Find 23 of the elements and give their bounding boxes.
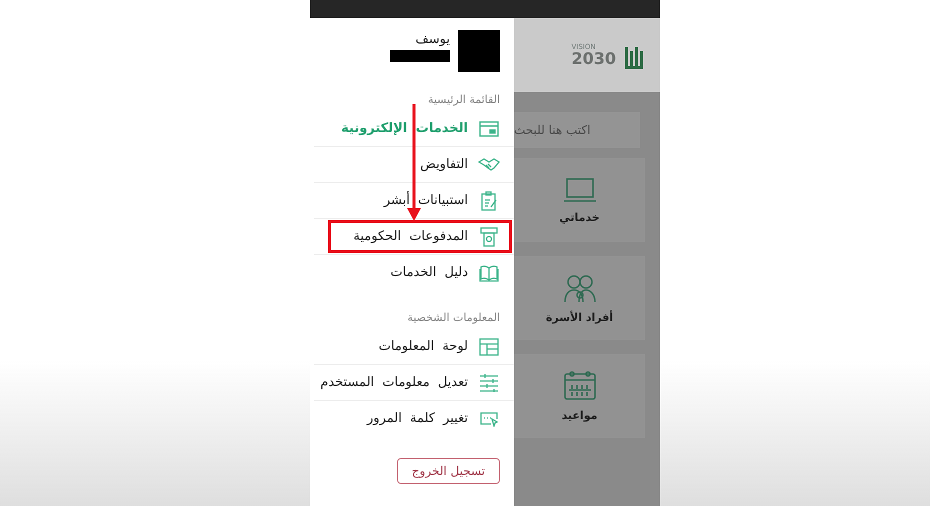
cash-machine-icon <box>480 226 498 246</box>
clipboard-icon <box>480 190 498 210</box>
menu-item[interactable]: تغيير كلمة المرور <box>314 401 514 436</box>
redacted-avatar <box>458 30 500 72</box>
section-heading: المعلومات الشخصية <box>406 310 501 326</box>
card-icon <box>479 120 499 136</box>
handshake-icon <box>478 156 500 172</box>
service-tile[interactable]: مواعيد <box>514 354 645 438</box>
menu-item[interactable]: المدفوعات الحكومية <box>314 219 514 255</box>
service-tile[interactable]: أفراد الأسرة <box>514 256 645 340</box>
dashboard-icon <box>479 338 499 356</box>
laptop-icon <box>562 176 596 202</box>
section-heading: القائمة الرئيسية <box>426 92 501 108</box>
menu-item[interactable]: دليل الخدمات <box>314 255 514 290</box>
logout-button[interactable]: تسجيل الخروج <box>396 458 500 484</box>
service-tile[interactable]: خدماتي <box>514 158 645 242</box>
book-icon <box>479 264 499 282</box>
calendar-icon <box>562 370 596 400</box>
family-icon <box>562 272 596 302</box>
sliders-icon <box>479 374 499 392</box>
password-icon <box>479 410 499 426</box>
redaction-bar <box>390 50 450 62</box>
user-name: يوسف <box>415 32 450 47</box>
